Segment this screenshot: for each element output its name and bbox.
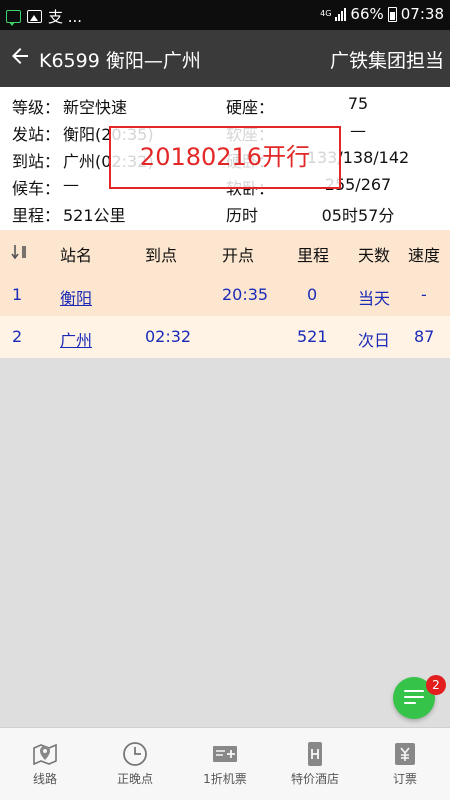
page-title: K6599 衡阳—广州 (39, 50, 201, 72)
hotel-icon (308, 742, 322, 766)
clock-icon (123, 742, 147, 766)
distance-value: 521公里 (63, 206, 126, 225)
network-type: 4G (320, 9, 332, 18)
station-link[interactable]: 衡阳 (60, 285, 92, 309)
hard-seat-label: 硬座 (226, 98, 259, 117)
status-bar: 支 ... 4G 66% 07:38 (0, 0, 450, 30)
header-station: 站名 (60, 246, 93, 265)
ticket-plus-icon (213, 746, 237, 762)
duration-label: 历时 (226, 206, 259, 225)
operator-label: 广铁集团担当 (329, 50, 444, 72)
nav-item-booking[interactable]: 订票 (360, 728, 450, 800)
signal-icon (335, 7, 347, 21)
duration-value: 05时57分 (321, 206, 395, 225)
depart-label: 发站 (12, 125, 45, 144)
row-number: 1 (12, 285, 23, 304)
nav-item-route[interactable]: 线路 (0, 728, 90, 800)
arrive-time: 02:32 (145, 327, 192, 346)
sort-icon[interactable] (10, 242, 30, 262)
status-notification-text: 支 ... (48, 8, 83, 26)
separator: ： (44, 206, 61, 225)
status-left: 支 ... (6, 6, 82, 27)
wait-label: 候车 (12, 179, 45, 198)
station-link[interactable]: 广州 (60, 327, 92, 351)
back-arrow-icon[interactable] (8, 44, 32, 68)
image-icon (27, 10, 42, 23)
battery-percent: 66% (350, 5, 384, 23)
arrive-label: 到站 (12, 152, 45, 171)
clock-time: 07:38 (400, 5, 444, 23)
info-row: 等级 ： 新空快速 硬座 ： 75 (0, 94, 450, 121)
speed: 87 (414, 327, 435, 346)
title-bar: K6599 衡阳—广州 广铁集团担当 (0, 30, 450, 87)
header-distance: 里程 (297, 246, 330, 265)
distance: 0 (307, 285, 318, 304)
map-pin-icon (33, 743, 57, 766)
stop-table-header: 站名 到点 开点 里程 天数 速度 (0, 230, 450, 274)
nav-item-flight[interactable]: 1折机票 (180, 728, 270, 800)
yen-ticket-icon (395, 743, 415, 765)
header-depart: 开点 (222, 246, 255, 265)
grade-value: 新空快速 (63, 98, 128, 117)
distance-label: 里程 (12, 206, 45, 225)
info-row: 里程 ： 521公里 历时 05时57分 (0, 202, 450, 229)
table-row[interactable]: 1 衡阳 20:35 0 当天 - (0, 274, 450, 316)
wait-value: — (63, 175, 79, 194)
row-number: 2 (12, 327, 23, 346)
separator: ： (44, 152, 61, 171)
chat-badge: 2 (426, 675, 446, 695)
day: 次日 (358, 331, 391, 350)
depart-time: 20:35 (222, 285, 269, 304)
battery-icon (387, 6, 397, 22)
nav-label: 订票 (392, 772, 417, 786)
separator: ： (44, 179, 61, 198)
table-row[interactable]: 2 广州 02:32 521 次日 87 (0, 316, 450, 358)
bottom-nav: 线路 正晚点 1折机票 特价酒店 订票 (0, 727, 450, 800)
separator: ： (44, 98, 61, 117)
chat-icon (404, 690, 424, 708)
nav-label: 线路 (32, 772, 57, 786)
separator: ： (258, 98, 275, 117)
hard-seat-value: 75 (347, 94, 369, 113)
nav-item-punctuality[interactable]: 正晚点 (90, 728, 180, 800)
day: 当天 (358, 289, 391, 308)
message-icon (6, 10, 21, 26)
start-date-stamp: 20180216开行 (109, 126, 341, 189)
header-days: 天数 (358, 246, 391, 265)
speed: - (421, 285, 427, 304)
nav-label: 1折机票 (203, 772, 247, 786)
nav-item-hotel[interactable]: 特价酒店 (270, 728, 360, 800)
status-right: 4G 66% 07:38 (320, 5, 444, 23)
nav-label: 正晚点 (116, 772, 153, 786)
distance: 521 (297, 327, 328, 346)
header-arrive: 到点 (145, 246, 178, 265)
separator: ： (44, 125, 61, 144)
header-speed: 速度 (408, 246, 441, 265)
nav-label: 特价酒店 (290, 772, 339, 786)
grade-label: 等级 (12, 98, 45, 117)
